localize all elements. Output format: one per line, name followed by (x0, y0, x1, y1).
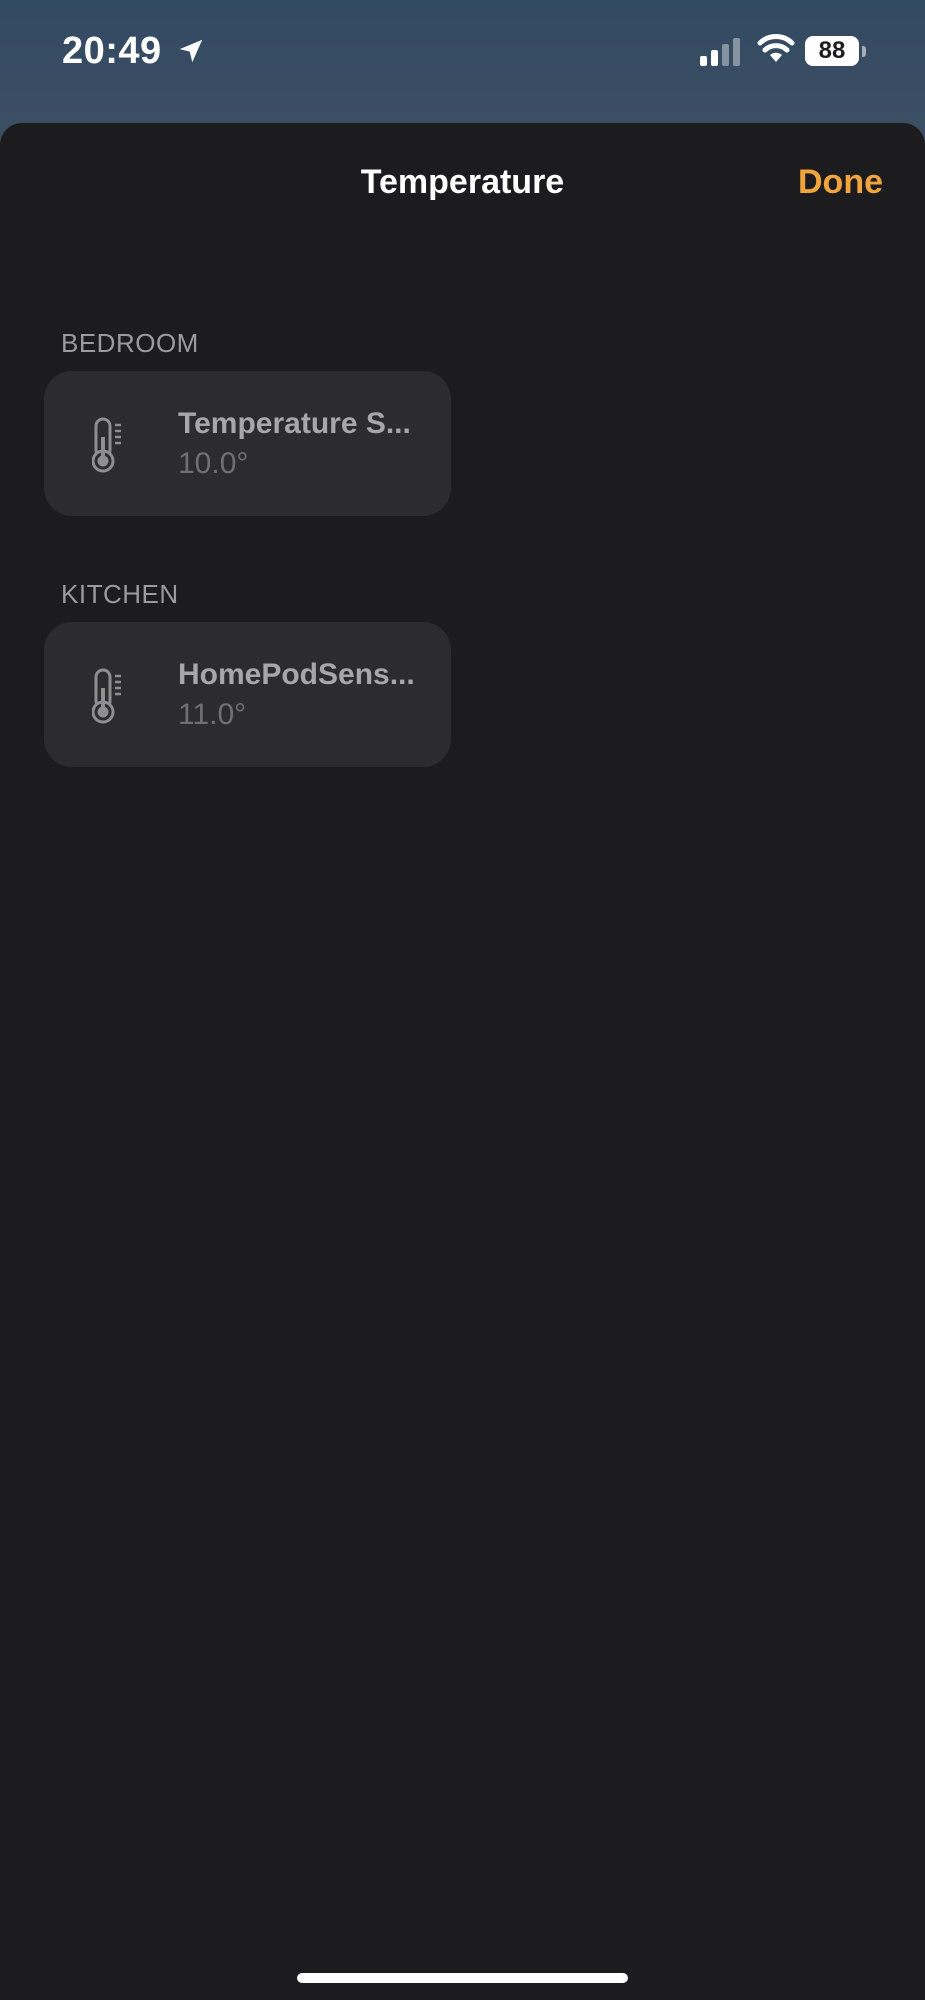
accessory-temperature-value: 11.0° (178, 698, 247, 731)
battery-cap (862, 46, 866, 57)
section-header-bedroom: BEDROOM (61, 328, 199, 358)
accessory-name: Temperature S... (178, 407, 411, 440)
thermometer-icon (92, 668, 121, 724)
cellular-signal-icon (700, 38, 740, 66)
accessory-tile-kitchen-homepod-sensor[interactable]: HomePodSens... 11.0° (44, 622, 451, 767)
temperature-sheet: Temperature Done BEDROOM Temperature S..… (0, 123, 925, 2000)
wifi-icon (757, 34, 795, 62)
location-arrow-icon (179, 39, 203, 63)
home-indicator[interactable] (297, 1973, 628, 1983)
section-header-kitchen: KITCHEN (61, 579, 179, 609)
battery-icon: 88 (805, 36, 866, 66)
sheet-title: Temperature (360, 163, 565, 201)
battery-level: 88 (805, 36, 859, 66)
done-button[interactable]: Done (798, 163, 883, 202)
accessory-name: HomePodSens... (178, 658, 415, 691)
thermometer-icon (92, 417, 121, 473)
accessory-tile-bedroom-temperature-sensor[interactable]: Temperature S... 10.0° (44, 371, 451, 516)
status-time: 20:49 (62, 30, 162, 72)
accessory-temperature-value: 10.0° (178, 447, 249, 480)
status-bar: 20:49 88 (0, 0, 925, 110)
